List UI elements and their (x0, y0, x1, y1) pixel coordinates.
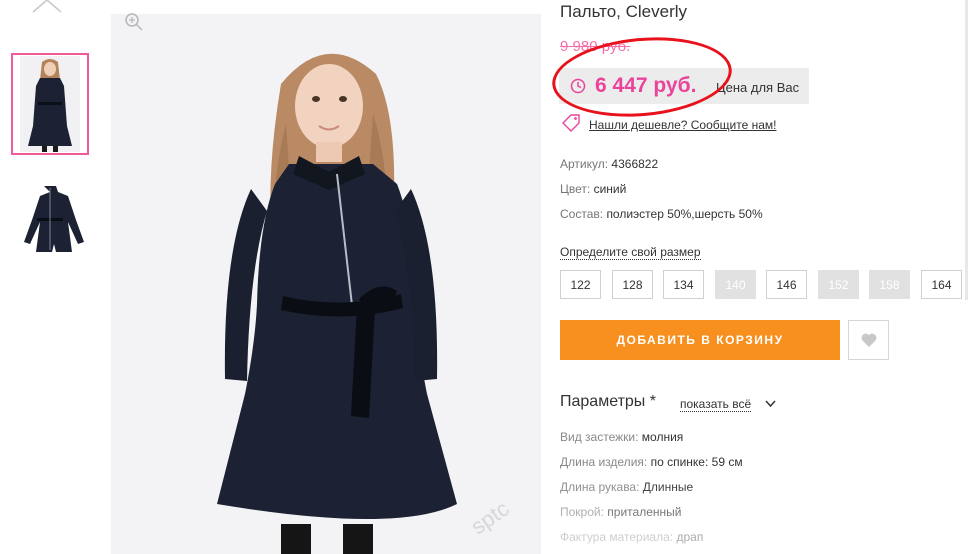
price-note: Цена для Вас (716, 80, 800, 95)
show-all-link[interactable]: показать всё (680, 397, 752, 412)
spec-value: 4366822 (611, 157, 659, 171)
size-button-152-unavailable[interactable]: 152 (818, 270, 859, 299)
thumbnail-2[interactable] (11, 175, 89, 265)
param-value: Длинные (642, 480, 694, 494)
add-to-cart-button[interactable]: ДОБАВИТЬ В КОРЗИНУ (560, 320, 840, 360)
param-row: Вид застежки: молния (560, 430, 683, 444)
heart-icon (861, 333, 876, 347)
param-value: молния (641, 430, 684, 444)
param-key: Фактура материала: (560, 530, 674, 544)
favorite-button[interactable] (848, 320, 889, 360)
param-key: Длина рукава: (560, 480, 640, 494)
girl-in-navy-coat-image (217, 53, 457, 554)
zoom-icon[interactable] (124, 12, 144, 32)
param-row: Длина рукава: Длинные (560, 480, 693, 494)
thumbnail-coat-image (24, 186, 84, 252)
spec-row: Состав: полиэстер 50%,шерсть 50% (560, 207, 763, 221)
param-value: приталенный (607, 505, 682, 519)
param-value: по спинке: 59 см (650, 455, 743, 469)
current-price: 6 447 руб. (595, 74, 697, 97)
spec-key: Артикул: (560, 157, 609, 171)
parameters-heading: Параметры * (560, 393, 656, 410)
size-button-122[interactable]: 122 (560, 270, 601, 299)
chevron-down-icon[interactable] (765, 400, 776, 408)
param-row: Фактура материала: драп (560, 530, 703, 544)
size-button-164[interactable]: 164 (921, 270, 962, 299)
size-button-128[interactable]: 128 (612, 270, 653, 299)
size-button-146[interactable]: 146 (766, 270, 807, 299)
param-key: Покрой: (560, 505, 604, 519)
spec-value: синий (593, 182, 627, 196)
param-key: Длина изделия: (560, 455, 648, 469)
gallery-up-chevron-icon[interactable] (30, 0, 64, 14)
param-row: Длина изделия: по спинке: 59 см (560, 455, 743, 469)
main-product-image[interactable] (111, 14, 541, 554)
size-button-158-unavailable[interactable]: 158 (869, 270, 910, 299)
param-value: драп (676, 530, 704, 544)
clock-icon (570, 78, 586, 94)
spec-value: полиэстер 50%,шерсть 50% (606, 207, 763, 221)
param-key: Вид застежки: (560, 430, 639, 444)
product-title: Пальто, Cleverly (560, 2, 688, 21)
found-cheaper-link[interactable]: Нашли дешевле? Сообщите нам! (589, 118, 776, 132)
size-button-140-unavailable[interactable]: 140 (715, 270, 756, 299)
old-price: 9 980 руб. (560, 38, 631, 55)
size-button-134[interactable]: 134 (663, 270, 704, 299)
spec-row: Артикул: 4366822 (560, 157, 658, 171)
spec-key: Состав: (560, 207, 604, 221)
spec-row: Цвет: синий (560, 182, 626, 196)
thumbnail-1[interactable] (11, 53, 89, 155)
size-guide-link[interactable]: Определите свой размер (560, 245, 701, 260)
spec-key: Цвет: (560, 182, 591, 196)
param-row: Покрой: приталенный (560, 505, 681, 519)
tag-icon (562, 114, 580, 132)
thumbnail-girl-coat-image (20, 56, 80, 152)
